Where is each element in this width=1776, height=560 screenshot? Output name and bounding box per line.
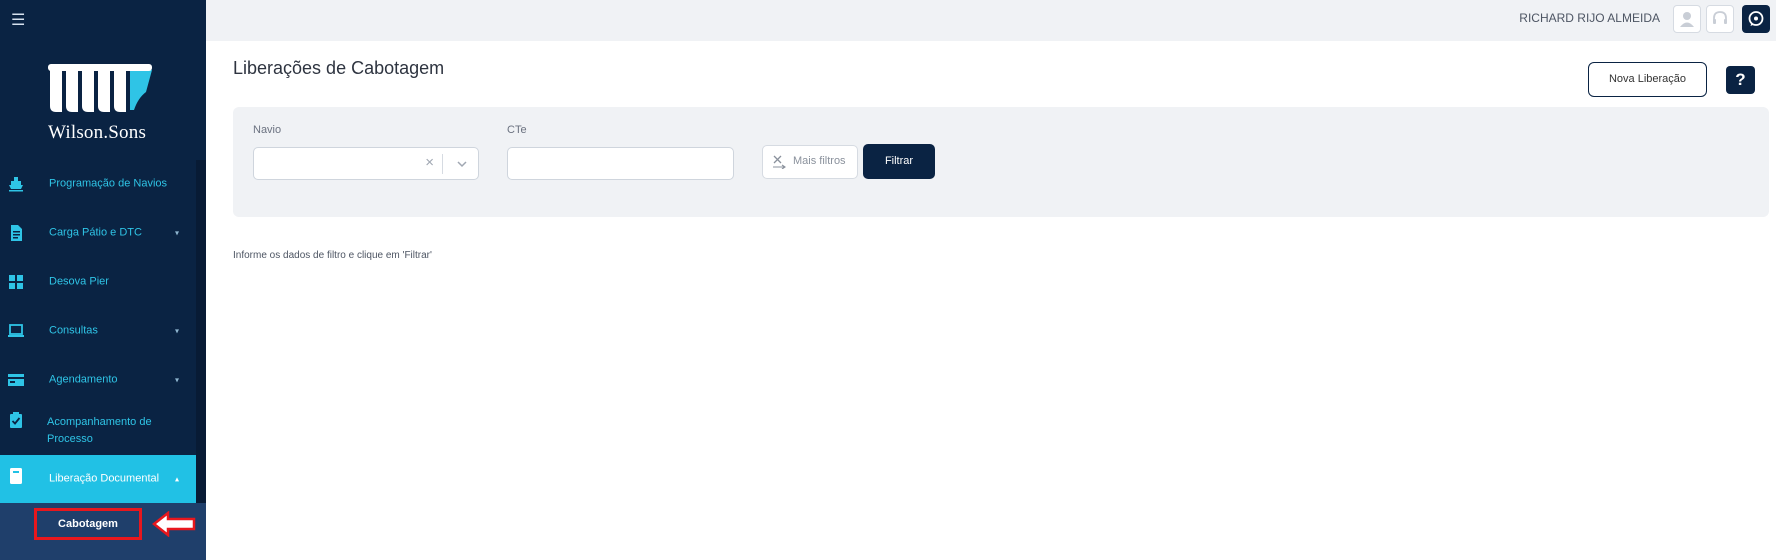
sidebar-scrollbar[interactable] bbox=[196, 160, 206, 560]
chevron-down-icon[interactable] bbox=[456, 158, 468, 170]
sidebar-item-consultas[interactable]: Consultas ▾ bbox=[0, 311, 196, 351]
user-name: RICHARD RIJO ALMEIDA bbox=[1519, 11, 1660, 25]
book-icon bbox=[10, 468, 22, 484]
menu-icon[interactable]: ☰ bbox=[11, 13, 25, 29]
boxes-icon bbox=[9, 275, 23, 289]
chevron-up-icon: ▴ bbox=[175, 474, 180, 484]
select-divider bbox=[442, 154, 443, 174]
sidebar-item-label: Desova Pier bbox=[49, 275, 109, 288]
navio-label: Navio bbox=[253, 124, 282, 136]
support-button[interactable] bbox=[1706, 5, 1734, 33]
whatsapp-icon bbox=[1748, 11, 1764, 26]
cte-input[interactable] bbox=[507, 147, 734, 180]
arrow-left-icon bbox=[152, 511, 196, 537]
empty-state-hint: Informe os dados de filtro e clique em '… bbox=[233, 250, 432, 261]
headset-icon bbox=[1713, 11, 1727, 24]
chevron-down-icon: ▾ bbox=[175, 326, 180, 336]
more-filters-label: Mais filtros bbox=[793, 155, 846, 167]
sidebar-subitem-cabotagem[interactable]: Cabotagem bbox=[34, 508, 142, 540]
top-bar: RICHARD RIJO ALMEIDA bbox=[206, 0, 1776, 41]
sidebar-item-label: Acompanhamento de Processo bbox=[47, 416, 152, 445]
user-icon bbox=[1680, 12, 1694, 27]
calendar-card-icon bbox=[8, 374, 24, 386]
sidebar-item-label: Liberação Documental bbox=[49, 472, 160, 485]
sidebar-item-label: Carga Pátio e DTC bbox=[49, 226, 142, 239]
filter-button[interactable]: Filtrar bbox=[863, 144, 935, 179]
swap-filter-icon bbox=[773, 155, 786, 169]
brand-name: Wilson.Sons bbox=[48, 122, 147, 143]
laptop-icon bbox=[8, 324, 24, 337]
sidebar-item-desova-pier[interactable]: Desova Pier bbox=[0, 262, 196, 302]
clipboard-check-icon bbox=[10, 412, 22, 428]
sidebar-item-agendamento[interactable]: Agendamento ▾ bbox=[0, 360, 196, 400]
chevron-down-icon: ▾ bbox=[175, 228, 180, 238]
sidebar-item-label: Programação de Navios bbox=[49, 177, 168, 190]
sidebar-item-liberacao-documental[interactable]: Liberação Documental ▴ bbox=[0, 455, 196, 503]
sidebar-subitem-label: Cabotagem bbox=[58, 518, 118, 530]
cte-label: CTe bbox=[507, 124, 527, 136]
more-filters-button[interactable]: Mais filtros bbox=[762, 145, 858, 179]
navio-select[interactable]: × bbox=[253, 147, 479, 180]
user-profile-button[interactable] bbox=[1673, 5, 1701, 33]
sidebar-item-carga-patio-dtc[interactable]: Carga Pátio e DTC ▾ bbox=[0, 213, 196, 253]
whatsapp-button[interactable] bbox=[1742, 5, 1770, 33]
ship-icon bbox=[9, 177, 23, 192]
sidebar-item-acompanhamento-processo[interactable]: Acompanhamento de Processo bbox=[0, 407, 196, 455]
chevron-down-icon: ▾ bbox=[175, 375, 180, 385]
document-icon bbox=[11, 225, 22, 241]
sidebar-item-label: Agendamento bbox=[49, 373, 118, 386]
sidebar: ☰ Wilson.Sons Programação de Navios Carg… bbox=[0, 0, 206, 560]
page-title: Liberações de Cabotagem bbox=[233, 58, 445, 78]
help-button[interactable]: ? bbox=[1726, 66, 1755, 94]
wilson-sons-logo bbox=[48, 64, 152, 112]
sidebar-item-programacao-navios[interactable]: Programação de Navios bbox=[0, 164, 196, 204]
new-release-button[interactable]: Nova Liberação bbox=[1588, 62, 1707, 97]
clear-icon[interactable]: × bbox=[425, 155, 434, 171]
sidebar-item-label: Consultas bbox=[49, 324, 98, 337]
